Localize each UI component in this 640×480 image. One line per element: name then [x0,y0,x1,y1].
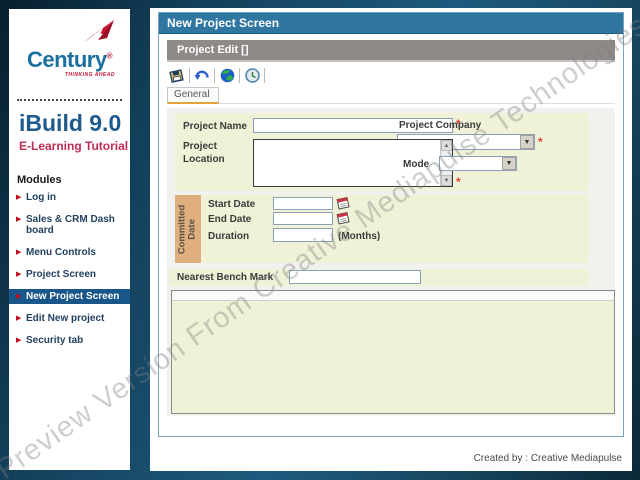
scroll-up-icon[interactable]: ▲ [441,140,452,151]
sidebar: Century® THINKING AHEAD iBuild 9.0 E-Lea… [9,9,130,470]
product-title: iBuild 9.0 [19,110,130,137]
sidebar-item-security-tab[interactable]: ▶ Security tab [9,333,130,348]
globe-button[interactable] [217,66,237,84]
tab-general[interactable]: General [167,87,219,104]
end-date-calendar-icon[interactable] [336,211,350,225]
sidebar-item-log-in[interactable]: ▶ Log in [9,190,130,205]
main-area: New Project Screen Project Edit [] [150,8,632,471]
save-icon [169,68,185,83]
committed-date-group: Committed Date Start Date End Date Durat… [175,195,589,263]
century-logo: Century® THINKING AHEAD [9,9,130,87]
scroll-down-icon[interactable]: ▼ [441,175,452,186]
sidebar-item-menu-controls[interactable]: ▶ Menu Controls [9,245,130,260]
sidebar-item-label: Sales & CRM Dash board [26,214,115,236]
duration-unit-label: (Months) [338,231,380,242]
sidebar-item-label: Menu Controls [26,247,96,258]
sidebar-item-label: Project Screen [26,269,96,280]
sidebar-item-new-project-screen[interactable]: ▶ New Project Screen [9,289,130,304]
new-project-panel: New Project Screen Project Edit [] [158,12,624,437]
project-location-label: Project Location [183,141,235,166]
page-title: New Project Screen [159,13,623,34]
sidebar-item-edit-new-project[interactable]: ▶ Edit New project [9,311,130,326]
dropdown-arrow-icon[interactable]: ▼ [520,135,534,149]
sidebar-item-sales-crm-dashboard[interactable]: ▶ Sales & CRM Dash board [9,212,130,238]
start-date-calendar-icon[interactable] [336,196,350,210]
sidebar-item-project-screen[interactable]: ▶ Project Screen [9,267,130,282]
detail-list-box[interactable] [171,290,615,414]
bullet-icon: ▶ [16,248,21,256]
end-date-input[interactable] [273,212,333,225]
project-info-group: Project Name * Project Company ▼ * Proje… [175,113,589,191]
modules-header: Modules [17,174,130,186]
toolbar [167,65,267,85]
globe-icon [220,68,235,83]
tab-strip: General [167,87,615,104]
form-title-bar: Project Edit [] [167,40,615,60]
toolbar-separator [239,68,240,83]
save-button[interactable] [167,66,187,84]
nearest-benchmark-input[interactable] [289,270,421,284]
nearest-benchmark-row: Nearest Bench Mark [169,269,589,286]
committed-date-band: Committed Date [175,195,201,263]
brand-tagline: THINKING AHEAD [65,72,115,78]
bullet-icon: ▶ [16,215,21,223]
history-icon [245,68,260,83]
mode-label: Mode [403,159,429,170]
application-window: Preview Version From Creative Mediapulse… [0,0,640,480]
sidebar-item-label: Security tab [26,335,83,346]
brand-name: Century® [9,47,130,73]
toolbar-separator [264,68,265,83]
project-location-required: * [456,175,461,189]
footer-credit: Created by : Creative Mediapulse [474,453,622,464]
bullet-icon: ▶ [16,193,21,201]
bullet-icon: ▶ [16,314,21,322]
end-date-label: End Date [208,214,251,225]
history-button[interactable] [242,66,262,84]
bullet-icon: ▶ [16,270,21,278]
sidebar-item-label: New Project Screen [26,291,119,302]
dotted-divider [17,99,122,101]
committed-date-group-label: Committed Date [178,204,199,254]
toolbar-separator [214,68,215,83]
mode-select[interactable]: ▼ [439,156,517,171]
registered-mark: ® [107,52,112,61]
dropdown-arrow-icon[interactable]: ▼ [502,157,516,170]
sidebar-item-label: Log in [26,192,56,203]
project-company-label: Project Company [399,120,481,131]
bullet-icon: ▶ [16,336,21,344]
project-name-label: Project Name [183,121,247,132]
undo-icon [194,68,210,82]
form-area: Project Name * Project Company ▼ * Proje… [167,108,615,416]
duration-label: Duration [208,231,249,242]
detail-list-header [172,291,614,301]
undo-button[interactable] [192,66,212,84]
nearest-benchmark-label: Nearest Bench Mark [177,272,273,283]
toolbar-separator [189,68,190,83]
bullet-icon: ▶ [16,292,21,300]
sidebar-item-label: Edit New project [26,313,104,324]
start-date-label: Start Date [208,199,255,210]
start-date-input[interactable] [273,197,333,210]
duration-input[interactable] [273,228,333,242]
product-subtitle: E-Learning Tutorial [19,139,130,153]
century-bird-icon [83,18,117,46]
project-company-required: * [538,135,543,149]
